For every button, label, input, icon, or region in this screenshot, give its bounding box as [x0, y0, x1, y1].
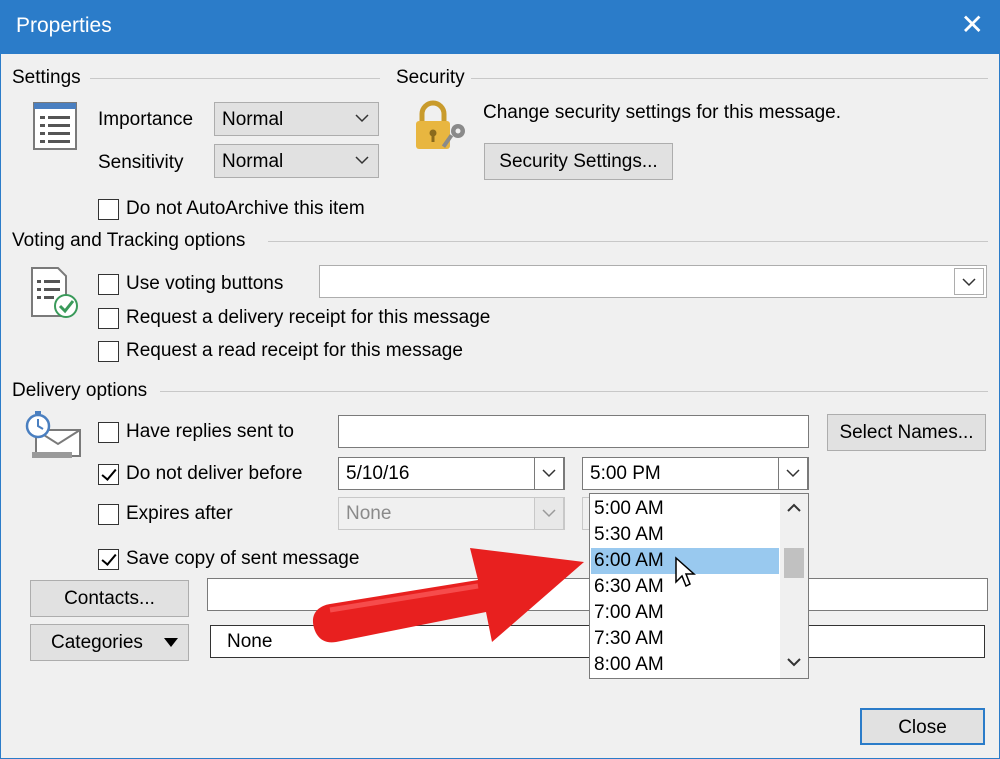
chevron-down-icon: [355, 114, 369, 123]
deliver-before-label: Do not deliver before: [126, 463, 303, 484]
security-divider: [470, 78, 988, 79]
security-description: Change security settings for this messag…: [483, 102, 842, 123]
replies-checkbox[interactable]: [98, 422, 119, 443]
time-list-scrollbar[interactable]: [780, 494, 808, 678]
time-option-0730am[interactable]: 7:30 AM: [591, 626, 779, 652]
voting-heading: Voting and Tracking options: [12, 230, 252, 252]
deliver-time-value: 5:00 PM: [590, 463, 661, 484]
voting-label: Use voting buttons: [126, 273, 284, 294]
autoarchive-checkbox[interactable]: [98, 199, 119, 220]
time-option-0700am[interactable]: 7:00 AM: [591, 600, 779, 626]
expires-checkbox[interactable]: [98, 504, 119, 525]
read-receipt-label: Request a read receipt for this message: [126, 340, 463, 361]
deliver-date-input[interactable]: 5/10/16: [338, 457, 565, 490]
chevron-down-icon: [962, 278, 976, 287]
expires-label: Expires after: [126, 503, 233, 524]
settings-heading: Settings: [12, 67, 87, 89]
deliver-date-value: 5/10/16: [346, 463, 410, 484]
voting-divider: [268, 241, 988, 242]
caret-down-icon: [164, 638, 178, 647]
deliver-time-dropdown-button[interactable]: [778, 457, 808, 490]
importance-dropdown[interactable]: Normal: [214, 102, 379, 136]
delivery-receipt-checkbox[interactable]: [98, 308, 119, 329]
expires-date-value: None: [346, 503, 392, 524]
scroll-down-icon[interactable]: [786, 656, 802, 670]
scroll-up-icon[interactable]: [786, 500, 802, 514]
expires-date-input: None: [338, 497, 565, 530]
window-title: Properties: [16, 14, 112, 37]
select-names-button[interactable]: Select Names...: [827, 414, 986, 451]
voting-tracking-icon: [31, 267, 78, 318]
time-option-0800am[interactable]: 8:00 AM: [591, 652, 779, 678]
mouse-cursor-icon: [675, 556, 696, 588]
settings-divider: [90, 78, 380, 79]
expires-date-dropdown-button: [534, 497, 564, 530]
replies-label: Have replies sent to: [126, 421, 294, 442]
message-options-icon: [33, 102, 77, 150]
time-dropdown-list[interactable]: 5:00 AM 5:30 AM 6:00 AM 6:30 AM 7:00 AM …: [589, 493, 809, 679]
contacts-button[interactable]: Contacts...: [30, 580, 189, 617]
sensitivity-value: Normal: [222, 151, 284, 172]
window-close-button[interactable]: ✕: [961, 10, 984, 40]
chevron-down-icon: [542, 509, 556, 518]
chevron-down-icon: [355, 156, 369, 165]
title-bar: Properties ✕: [0, 0, 1000, 54]
voting-checkbox[interactable]: [98, 274, 119, 295]
deliver-before-checkbox[interactable]: [98, 464, 119, 485]
lock-key-icon: [416, 100, 465, 149]
save-copy-checkbox[interactable]: [98, 549, 119, 570]
scroll-thumb[interactable]: [784, 548, 804, 578]
security-heading: Security: [396, 67, 471, 89]
delivery-divider: [160, 391, 988, 392]
sensitivity-label: Sensitivity: [98, 152, 184, 173]
time-option-0500am[interactable]: 5:00 AM: [591, 496, 779, 522]
importance-value: Normal: [222, 109, 284, 130]
read-receipt-checkbox[interactable]: [98, 341, 119, 362]
deliver-time-input[interactable]: 5:00 PM: [582, 457, 809, 490]
red-arrow-annotation: [312, 548, 584, 643]
categories-value: None: [227, 631, 273, 652]
delivery-receipt-label: Request a delivery receipt for this mess…: [126, 307, 491, 328]
security-settings-button[interactable]: Security Settings...: [484, 143, 673, 180]
autoarchive-label: Do not AutoArchive this item: [126, 198, 365, 219]
sensitivity-dropdown[interactable]: Normal: [214, 144, 379, 178]
categories-label: Categories: [51, 632, 143, 653]
categories-button[interactable]: Categories: [30, 624, 189, 661]
chevron-down-icon: [786, 469, 800, 478]
replies-to-input[interactable]: [338, 415, 809, 448]
deliver-date-dropdown-button[interactable]: [534, 457, 564, 490]
close-button[interactable]: Close: [860, 708, 985, 745]
chevron-down-icon: [542, 469, 556, 478]
time-option-0530am[interactable]: 5:30 AM: [591, 522, 779, 548]
delivery-clock-envelope-icon: [25, 411, 81, 458]
importance-label: Importance: [98, 109, 194, 130]
voting-combo-button[interactable]: [954, 268, 984, 295]
voting-buttons-combo[interactable]: [319, 265, 987, 298]
delivery-heading: Delivery options: [12, 380, 154, 402]
